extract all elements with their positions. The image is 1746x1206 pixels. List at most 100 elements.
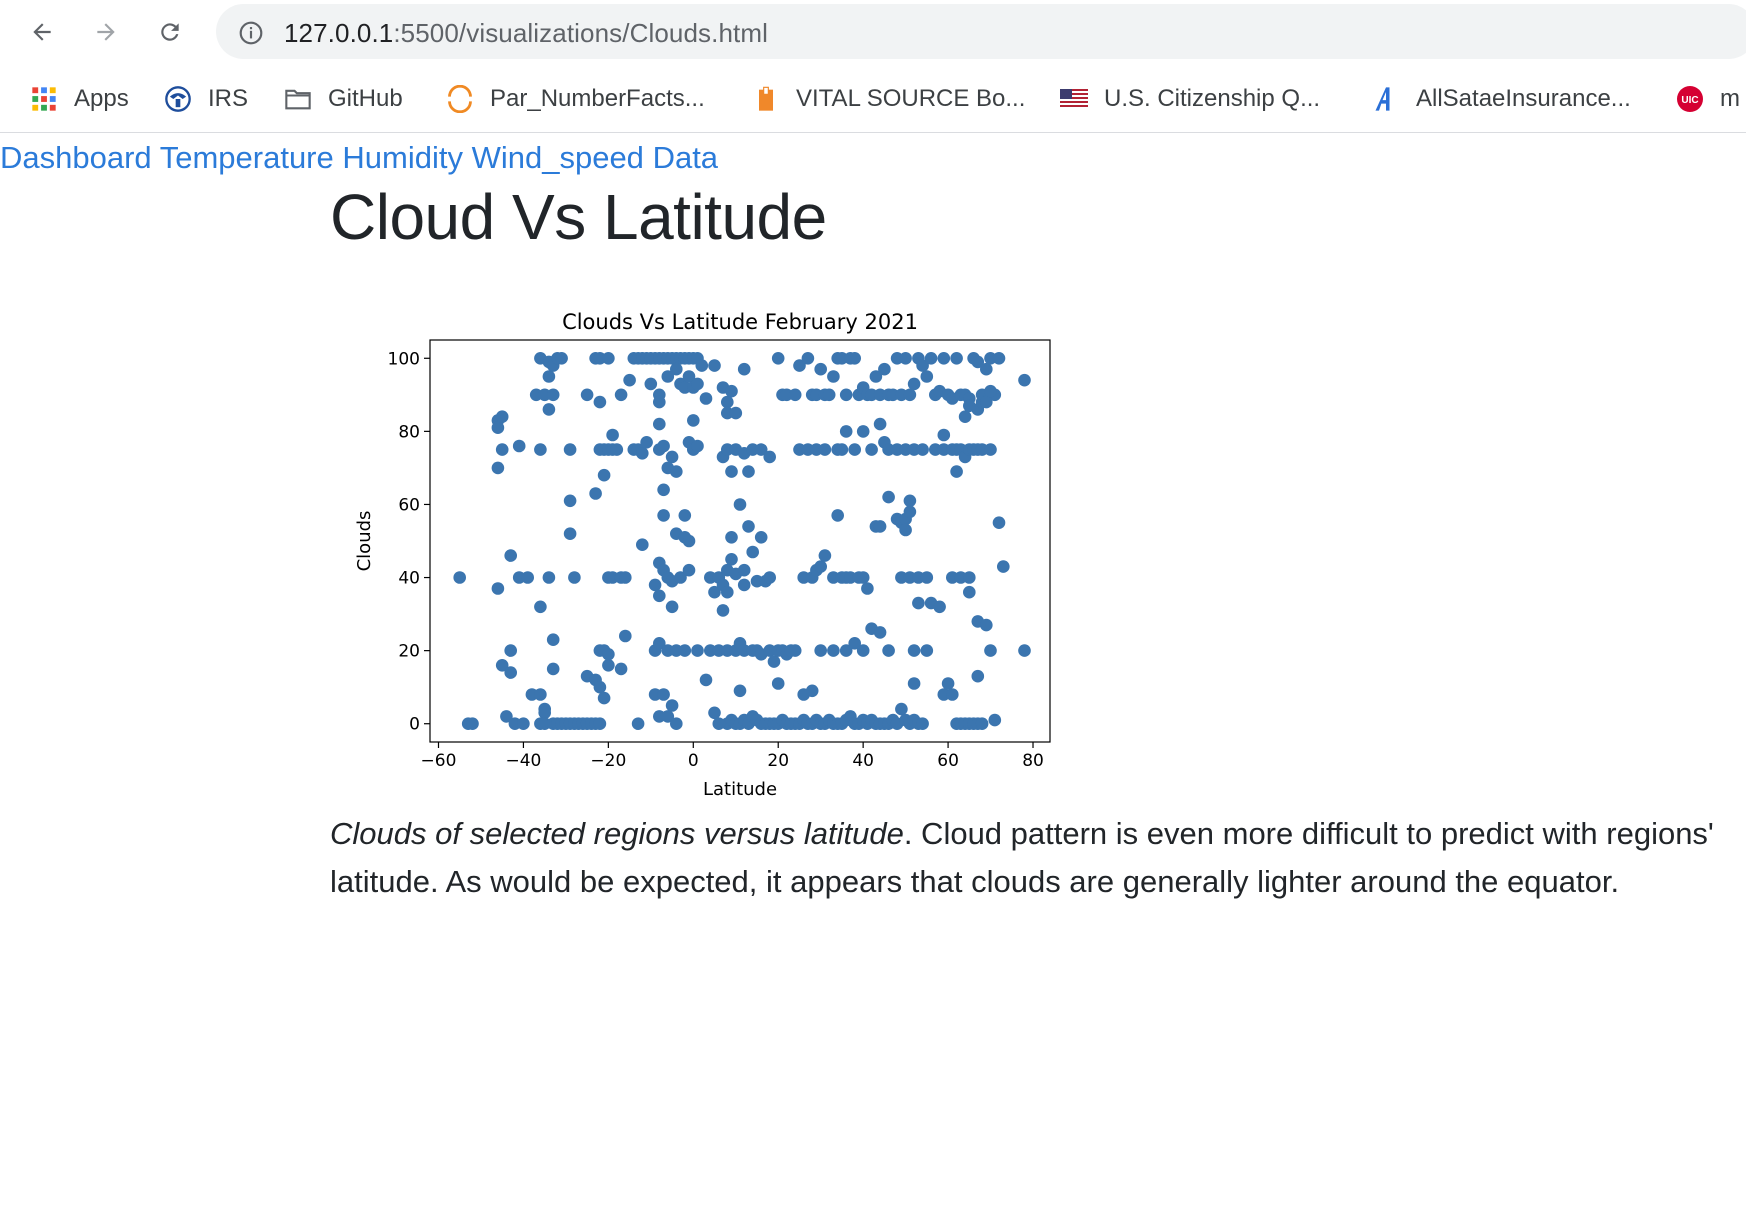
data-point [788, 388, 802, 402]
data-point [848, 352, 861, 365]
bookmark-apps[interactable]: Apps [30, 84, 129, 114]
data-point [593, 680, 607, 694]
bookmark-label: Apps [74, 85, 129, 112]
nav-link-wind-speed[interactable]: Wind_speed [472, 140, 644, 175]
data-point [988, 713, 1002, 727]
us-flag-icon [1060, 85, 1088, 113]
data-point [593, 717, 607, 730]
data-point [920, 571, 934, 584]
bookmark-vital-source[interactable]: VITAL SOURCE Bo... [752, 84, 1025, 114]
data-point [708, 359, 721, 372]
data-point [563, 527, 577, 540]
data-point [856, 571, 870, 584]
data-point [491, 582, 505, 595]
caption-emphasis: Clouds of selected regions versus latitu… [330, 816, 904, 851]
data-point [712, 717, 726, 730]
uic-logo-icon: UIC [1676, 85, 1704, 113]
data-point [907, 677, 921, 690]
data-point [648, 578, 662, 592]
nav-link-dashboard[interactable]: Dashboard [0, 140, 152, 175]
data-point [619, 571, 632, 584]
data-point [984, 443, 997, 456]
data-point [725, 384, 738, 398]
data-point [950, 465, 963, 478]
bookmark-label: IRS [208, 85, 249, 112]
data-point [737, 362, 751, 376]
data-point [670, 717, 683, 730]
data-point [882, 490, 895, 504]
address-bar[interactable]: 127.0.0.1:5500/visualizations/Clouds.htm… [216, 4, 1746, 59]
data-point [687, 414, 700, 427]
data-point [916, 717, 929, 730]
data-point [631, 717, 645, 730]
data-point [822, 388, 836, 402]
bookmark-label: Par_NumberFacts... [490, 85, 705, 112]
data-point [653, 589, 666, 603]
data-point [767, 655, 781, 668]
data-point [563, 443, 577, 456]
data-point [882, 644, 895, 657]
data-point [725, 465, 738, 478]
svg-text:UIC: UIC [1681, 95, 1698, 106]
data-point [903, 505, 917, 519]
data-point [992, 516, 1006, 529]
data-point [542, 571, 556, 584]
chart-title: Clouds Vs Latitude February 2021 [562, 310, 918, 334]
data-point [602, 571, 615, 584]
data-point [504, 549, 517, 562]
nav-link-data[interactable]: Data [653, 140, 718, 175]
data-point [691, 439, 704, 453]
bookmark-uic[interactable]: UIC m [1676, 84, 1740, 114]
data-point [958, 410, 972, 423]
data-point [491, 461, 505, 475]
chart-caption: Clouds of selected regions versus latitu… [330, 810, 1730, 906]
data-point [839, 425, 853, 438]
bookmark-allstate-insurance[interactable]: AllSataeInsurance... [1372, 84, 1631, 114]
data-point [644, 377, 658, 391]
data-point [589, 487, 602, 500]
url-text[interactable]: 127.0.0.1:5500/visualizations/Clouds.htm… [284, 18, 768, 49]
bookmark-irs[interactable]: IRS [164, 84, 248, 114]
data-point [691, 644, 704, 657]
x-tick-label: −20 [590, 751, 626, 771]
data-point [602, 659, 615, 672]
bookmark-label: GitHub [328, 85, 403, 112]
data-point [899, 523, 912, 537]
x-tick-label: 80 [1022, 751, 1044, 771]
apps-grid-icon [30, 85, 58, 113]
data-point [912, 596, 925, 610]
nav-link-humidity[interactable]: Humidity [342, 140, 463, 175]
bookmark-github[interactable]: GitHub [284, 84, 403, 114]
x-axis-label: Latitude [703, 779, 777, 800]
folder-icon [284, 85, 312, 113]
data-point [657, 509, 670, 522]
data-point [763, 571, 776, 584]
data-point [856, 425, 870, 438]
forward-button[interactable] [88, 14, 124, 50]
data-point [614, 388, 628, 402]
bookmark-par-numberfacts[interactable]: Par_NumberFacts... [446, 84, 705, 114]
data-point [937, 352, 951, 365]
data-point [602, 352, 615, 365]
data-point [466, 717, 479, 730]
data-point [546, 662, 560, 676]
data-point [555, 352, 568, 365]
data-point [691, 377, 704, 391]
data-point [512, 439, 526, 453]
info-icon[interactable] [238, 20, 264, 46]
data-point [771, 352, 785, 365]
data-point [534, 600, 547, 614]
back-button[interactable] [24, 14, 60, 50]
data-point [725, 553, 738, 566]
irs-eagle-icon [164, 85, 192, 113]
page-nav: Dashboard Temperature Humidity Wind_spee… [0, 140, 718, 176]
data-point [657, 688, 670, 701]
url-host: 127.0.0.1 [284, 18, 394, 48]
data-point [878, 362, 891, 376]
reload-button[interactable] [152, 14, 188, 50]
bookmark-us-citizenship[interactable]: U.S. Citizenship Q... [1060, 84, 1320, 114]
data-point [920, 370, 934, 383]
nav-link-temperature[interactable]: Temperature [160, 140, 334, 175]
data-point [924, 352, 938, 365]
data-point [602, 648, 615, 661]
